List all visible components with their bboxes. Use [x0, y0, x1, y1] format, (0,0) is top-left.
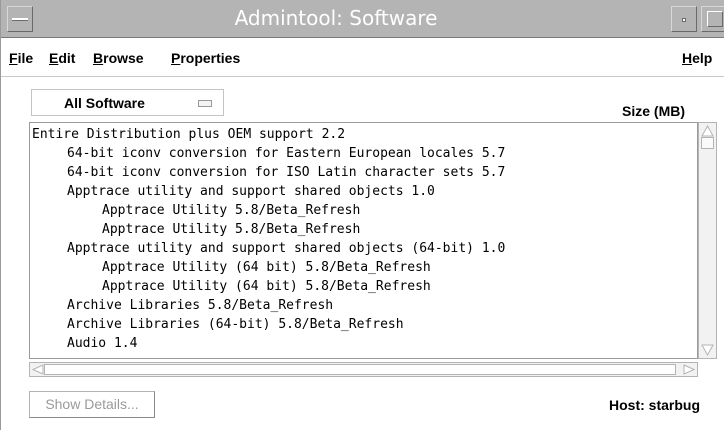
- software-list[interactable]: Entire Distribution plus OEM support 2.2…: [29, 122, 698, 359]
- title-bar[interactable]: Admintool: Software: [1, 0, 724, 38]
- menu-edit-label: dit: [58, 50, 76, 66]
- list-item[interactable]: Apptrace utility and support shared obje…: [67, 182, 435, 201]
- minimize-icon: [682, 18, 686, 22]
- scroll-up-arrow-icon[interactable]: [701, 125, 714, 137]
- list-item[interactable]: Apptrace Utility 5.8/Beta_Refresh: [102, 220, 360, 239]
- show-details-button[interactable]: Show Details...: [29, 391, 155, 418]
- list-item[interactable]: Apptrace utility and support shared obje…: [67, 239, 505, 258]
- menu-help-mnemonic: H: [682, 50, 693, 66]
- menu-help[interactable]: Help: [682, 50, 712, 66]
- list-item[interactable]: Entire Distribution plus OEM support 2.2: [32, 125, 345, 144]
- list-item[interactable]: Apptrace Utility (64 bit) 5.8/Beta_Refre…: [102, 258, 431, 277]
- list-item[interactable]: 64-bit iconv conversion for Eastern Euro…: [67, 144, 505, 163]
- menu-edit-mnemonic: E: [49, 50, 59, 66]
- menu-properties-mnemonic: P: [171, 50, 181, 66]
- menu-browse-label: rowse: [103, 50, 144, 66]
- horizontal-scroll-thumb[interactable]: [44, 364, 676, 375]
- size-column-header: Size (MB): [622, 103, 685, 119]
- list-item[interactable]: Archive Libraries (64-bit) 5.8/Beta_Refr…: [67, 315, 404, 334]
- maximize-icon: [707, 11, 723, 27]
- list-item[interactable]: Audio 1.4: [67, 334, 137, 353]
- menu-browse[interactable]: Browse: [93, 50, 144, 66]
- list-item[interactable]: Apptrace Utility (64 bit) 5.8/Beta_Refre…: [102, 277, 431, 296]
- window-title: Admintool: Software: [234, 6, 438, 30]
- scroll-right-arrow-icon[interactable]: [683, 364, 695, 375]
- scroll-down-arrow-icon[interactable]: [701, 344, 714, 356]
- list-item[interactable]: 64-bit iconv conversion for ISO Latin ch…: [67, 163, 505, 182]
- maximize-button[interactable]: [701, 6, 724, 32]
- admintool-window: Admintool: Software File Edit Browse Pro…: [0, 0, 724, 430]
- list-item[interactable]: Archive Libraries 5.8/Beta_Refresh: [67, 296, 333, 315]
- menu-file[interactable]: File: [9, 50, 33, 66]
- vertical-scrollbar[interactable]: [698, 122, 717, 359]
- minimize-button[interactable]: [671, 6, 697, 32]
- menu-file-mnemonic: F: [9, 50, 18, 66]
- menu-properties-label: roperties: [180, 50, 241, 66]
- menu-help-label: elp: [692, 50, 713, 66]
- menu-properties[interactable]: Properties: [171, 50, 240, 66]
- host-label: Host: starbug: [609, 397, 700, 413]
- menu-bar: File Edit Browse Properties Help: [1, 39, 724, 77]
- horizontal-scrollbar[interactable]: [29, 362, 698, 377]
- scroll-left-arrow-icon[interactable]: [32, 364, 44, 375]
- option-menu-indicator-icon: [198, 100, 212, 107]
- software-filter-select[interactable]: All Software: [31, 89, 224, 116]
- software-filter-value: All Software: [64, 95, 145, 111]
- vertical-scroll-thumb[interactable]: [701, 137, 714, 149]
- list-item[interactable]: Apptrace Utility 5.8/Beta_Refresh: [102, 201, 360, 220]
- menu-file-label: ile: [17, 50, 34, 66]
- menu-edit[interactable]: Edit: [49, 50, 75, 66]
- menu-browse-mnemonic: B: [93, 50, 104, 66]
